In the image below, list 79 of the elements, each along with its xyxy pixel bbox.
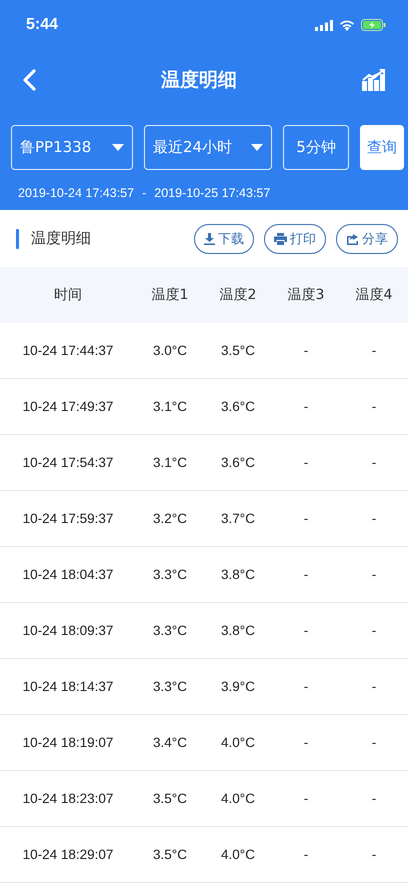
table-cell-text: 3.1°C [152, 455, 188, 470]
table-cell-text: 10-24 18:23:07 [22, 791, 114, 806]
caret-icon [112, 144, 124, 151]
column-header: 温度2 [218, 286, 258, 304]
table-cell-text: 3.0°C [152, 343, 188, 358]
chart-button[interactable] [362, 68, 386, 90]
table-cell-text: - [302, 511, 310, 526]
table-cell-text: 3.8°C [220, 623, 256, 638]
signal-icon [315, 20, 333, 30]
table-cell-text: 10-24 18:09:37 [22, 623, 114, 638]
table-cell-text: - [302, 455, 310, 470]
table-cell-text: - [370, 735, 378, 750]
page-title: 温度明细 [161, 68, 237, 92]
share-button[interactable]: 分享 [336, 224, 398, 254]
table-cell-text: - [370, 679, 378, 694]
table-cell-text: 3.3°C [152, 679, 188, 694]
print-button[interactable]: 打印 [264, 224, 326, 254]
table-cell-text: - [370, 847, 378, 862]
table-cell-text: 3.6°C [220, 455, 256, 470]
table-cell-text: - [302, 735, 310, 750]
wifi-icon [339, 19, 355, 31]
printer-icon [274, 232, 287, 244]
caret-icon [251, 144, 263, 151]
table-cell-text: 3.8°C [220, 567, 256, 582]
back-button[interactable] [22, 68, 36, 90]
table-cell-text: - [370, 455, 378, 470]
table-cell-text: 3.1°C [152, 399, 188, 414]
section-title: 温度明细 [31, 229, 92, 248]
column-header: 时间 [53, 286, 83, 304]
share-icon [346, 232, 359, 244]
time-range-dropdown[interactable]: 最近24小时 [144, 125, 272, 170]
table-cell-text: 4.0°C [220, 847, 256, 862]
table-cell-text: - [370, 343, 378, 358]
table-cell-text: 3.5°C [152, 791, 188, 806]
table-cell-text: - [370, 567, 378, 582]
table-cell-text: - [370, 791, 378, 806]
table-cell-text: 3.9°C [220, 679, 256, 694]
column-header: 温度1 [150, 286, 190, 304]
table-cell-text: 3.5°C [220, 343, 256, 358]
table-cell-text: 3.3°C [152, 567, 188, 582]
status-time: 5:44 [26, 16, 58, 34]
table-cell-text: 3.6°C [220, 399, 256, 414]
interval-button[interactable]: 5分钟 [283, 125, 349, 170]
start-date: 2019-10-24 17:43:57 [18, 186, 134, 200]
end-date: 2019-10-25 17:43:57 [154, 186, 270, 200]
table-cell-text: - [302, 679, 310, 694]
table-cell-text: 3.5°C [152, 847, 188, 862]
table-cell-text: 10-24 17:44:37 [22, 343, 114, 358]
column-header: 温度4 [354, 286, 394, 304]
table-cell-text: - [370, 511, 378, 526]
table-cell-text: 4.0°C [220, 735, 256, 750]
table-cell-text: 3.3°C [152, 623, 188, 638]
vehicle-dropdown[interactable]: 鲁PP1338 [11, 125, 133, 170]
table-cell-text: 10-24 17:59:37 [22, 511, 114, 526]
table-cell-text: - [302, 623, 310, 638]
battery-icon [361, 19, 386, 31]
table-cell-text: 10-24 18:14:37 [22, 679, 114, 694]
table-cell-text: 4.0°C [220, 791, 256, 806]
table-cell-text: - [302, 847, 310, 862]
column-header: 温度3 [286, 286, 326, 304]
query-button[interactable]: 查询 [360, 125, 404, 170]
table-cell-text: 3.4°C [152, 735, 188, 750]
date-separator: - [142, 186, 146, 200]
table-cell-text: - [370, 399, 378, 414]
table-cell-text: 10-24 18:19:07 [22, 735, 114, 750]
table-cell-text: 3.2°C [152, 511, 188, 526]
section-marker [16, 228, 19, 248]
download-button[interactable]: 下载 [194, 224, 254, 254]
table-cell-text: 10-24 17:54:37 [22, 455, 114, 470]
table-cell-text: - [370, 623, 378, 638]
table-cell-text: 10-24 17:49:37 [22, 399, 114, 414]
table-cell-text: - [302, 791, 310, 806]
table-cell-text: 3.7°C [220, 511, 256, 526]
table-cell-text: 10-24 18:29:07 [22, 847, 114, 862]
table-cell-text: - [302, 567, 310, 582]
table-cell-text: - [302, 343, 310, 358]
table-cell-text: - [302, 399, 310, 414]
table-cell-text: 10-24 18:04:37 [22, 567, 114, 582]
download-icon [204, 232, 215, 244]
